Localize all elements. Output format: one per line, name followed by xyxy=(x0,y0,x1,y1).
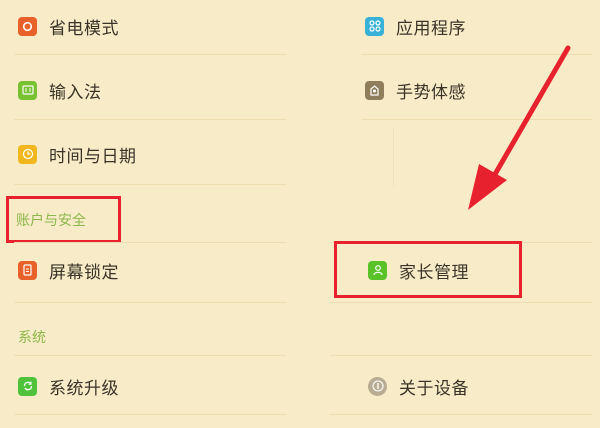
arrow-icon xyxy=(468,45,571,210)
settings-screen: { "left_column": [ {"label":"省电模式","icon… xyxy=(0,0,600,428)
